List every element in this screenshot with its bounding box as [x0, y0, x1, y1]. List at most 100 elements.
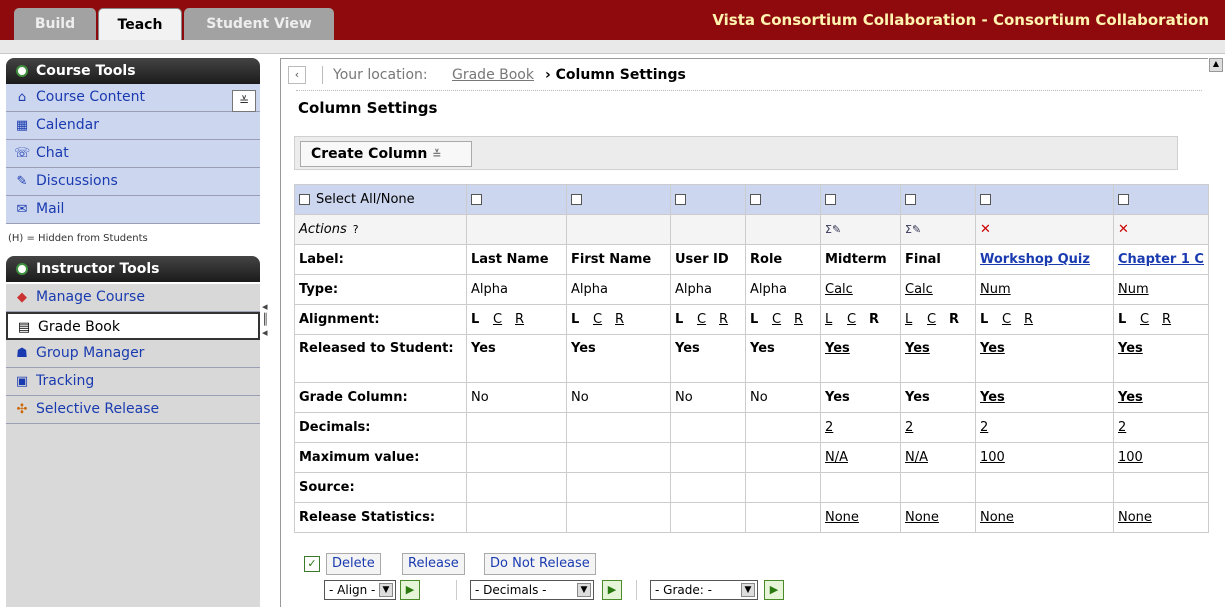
max-value-link[interactable]: N/A	[825, 450, 848, 465]
breadcrumb-link-grade-book[interactable]: Grade Book	[452, 64, 534, 86]
tab-student-view[interactable]: Student View	[184, 8, 334, 40]
align-center[interactable]: C	[593, 312, 615, 327]
released-link[interactable]: Yes	[825, 341, 850, 356]
align-right[interactable]: R	[869, 312, 891, 327]
align-select[interactable]: - Align - ▼	[324, 580, 396, 600]
align-left[interactable]: L	[980, 312, 1002, 327]
scroll-up-icon[interactable]: ▲	[1209, 58, 1223, 72]
column-checkbox[interactable]	[675, 194, 686, 205]
grade-select-value: - Grade: -	[655, 583, 712, 597]
released-value: Yes	[566, 334, 671, 383]
decimals-go-button[interactable]: ▶	[602, 580, 622, 600]
sidebar-item-manage-course[interactable]: ◆ Manage Course	[6, 284, 260, 312]
do-not-release-button[interactable]: Do Not Release	[484, 553, 596, 575]
delete-button[interactable]: Delete	[326, 553, 381, 575]
decimals-link[interactable]: 2	[905, 420, 913, 435]
align-left[interactable]: L	[675, 312, 697, 327]
align-right[interactable]: R	[515, 312, 537, 327]
align-left[interactable]: L	[750, 312, 772, 327]
column-checkbox[interactable]	[750, 194, 761, 205]
sidebar-item-chat[interactable]: ☏ Chat	[6, 140, 260, 168]
column-label-link[interactable]: Workshop Quiz	[980, 252, 1090, 267]
column-label: Last Name	[466, 244, 567, 275]
align-center[interactable]: C	[1002, 312, 1024, 327]
tab-underbar	[0, 40, 1225, 54]
calc-edit-icon[interactable]: Σ✎	[905, 223, 921, 236]
column-checkbox[interactable]	[571, 194, 582, 205]
align-left[interactable]: L	[905, 312, 927, 327]
sidebar-item-calendar[interactable]: ▦ Calendar	[6, 112, 260, 140]
align-right[interactable]: R	[719, 312, 741, 327]
type-link[interactable]: Calc	[825, 282, 853, 297]
released-link[interactable]: Yes	[905, 341, 930, 356]
breadcrumb-separator: ›	[545, 67, 551, 83]
select-all-checkbox[interactable]	[299, 194, 310, 205]
align-center[interactable]: C	[493, 312, 515, 327]
decimals-link[interactable]: 2	[980, 420, 988, 435]
help-icon[interactable]: ?	[353, 223, 359, 236]
delete-column-icon[interactable]: ✕	[980, 222, 991, 237]
breadcrumb-current-label: Column Settings	[555, 67, 686, 83]
align-left[interactable]: L	[471, 312, 493, 327]
stats-link[interactable]: None	[1118, 510, 1152, 525]
collapse-icon[interactable]: ≚	[232, 90, 256, 112]
column-checkbox[interactable]	[471, 194, 482, 205]
align-center[interactable]: C	[927, 312, 949, 327]
align-right[interactable]: R	[615, 312, 637, 327]
type-link[interactable]: Calc	[905, 282, 933, 297]
released-link[interactable]: Yes	[980, 341, 1005, 356]
column-checkbox[interactable]	[825, 194, 836, 205]
released-link[interactable]: Yes	[1118, 341, 1143, 356]
max-value-link[interactable]: 100	[1118, 450, 1143, 465]
align-go-button[interactable]: ▶	[400, 580, 420, 600]
panel-splitter-icon[interactable]: ◂ ║ ◂	[262, 300, 272, 360]
align-left[interactable]: L	[825, 312, 847, 327]
sidebar-item-tracking[interactable]: ▣ Tracking	[6, 368, 260, 396]
release-button[interactable]: Release	[402, 553, 465, 575]
grade-link[interactable]: Yes	[1118, 390, 1143, 405]
sidebar-item-discussions[interactable]: ✎ Discussions	[6, 168, 260, 196]
align-center[interactable]: C	[847, 312, 869, 327]
calc-edit-icon[interactable]: Σ✎	[825, 223, 841, 236]
type-link[interactable]: Num	[1118, 282, 1149, 297]
tab-build[interactable]: Build	[14, 8, 96, 40]
grade-link[interactable]: Yes	[980, 390, 1005, 405]
align-right[interactable]: R	[949, 312, 971, 327]
stats-link[interactable]: None	[905, 510, 939, 525]
grade-select[interactable]: - Grade: - ▼	[650, 580, 758, 600]
stats-link[interactable]: None	[980, 510, 1014, 525]
select-all-cell[interactable]: Select All/None	[294, 184, 467, 215]
column-label-link[interactable]: Chapter 1 C	[1118, 252, 1204, 267]
column-checkbox[interactable]	[905, 194, 916, 205]
tab-teach[interactable]: Teach	[98, 8, 182, 42]
column-checkbox[interactable]	[1118, 194, 1129, 205]
sidebar-item-mail[interactable]: ✉ Mail	[6, 196, 260, 224]
align-left[interactable]: L	[1118, 312, 1140, 327]
stats-link[interactable]: None	[825, 510, 859, 525]
align-left[interactable]: L	[571, 312, 593, 327]
sidebar-item-grade-book[interactable]: ▤ Grade Book	[6, 312, 260, 340]
align-right[interactable]: R	[1162, 312, 1184, 327]
max-value-link[interactable]: N/A	[905, 450, 928, 465]
type-link[interactable]: Num	[980, 282, 1011, 297]
align-right[interactable]: R	[1024, 312, 1046, 327]
sidebar-item-course-content[interactable]: ⌂ Course Content	[6, 84, 260, 112]
grade-go-button[interactable]: ▶	[764, 580, 784, 600]
align-center[interactable]: C	[1140, 312, 1162, 327]
create-column-button[interactable]: Create Column ≚	[300, 141, 472, 167]
back-arrow-icon[interactable]: ‹	[288, 66, 306, 84]
decimals-link[interactable]: 2	[1118, 420, 1126, 435]
align-select-value: - Align -	[329, 583, 376, 597]
delete-column-icon[interactable]: ✕	[1118, 222, 1129, 237]
align-center[interactable]: C	[772, 312, 794, 327]
align-center[interactable]: C	[697, 312, 719, 327]
align-right[interactable]: R	[794, 312, 816, 327]
column-checkbox[interactable]	[980, 194, 991, 205]
max-value-link[interactable]: 100	[980, 450, 1005, 465]
sidebar-item-selective-release[interactable]: ✣ Selective Release	[6, 396, 260, 424]
decimals-link[interactable]: 2	[825, 420, 833, 435]
label-row: Label: Last Name First Name User ID Role…	[294, 244, 1209, 275]
sidebar-item-group-manager[interactable]: ☗ Group Manager	[6, 340, 260, 368]
column-label: First Name	[566, 244, 671, 275]
decimals-select[interactable]: - Decimals - ▼	[470, 580, 594, 600]
